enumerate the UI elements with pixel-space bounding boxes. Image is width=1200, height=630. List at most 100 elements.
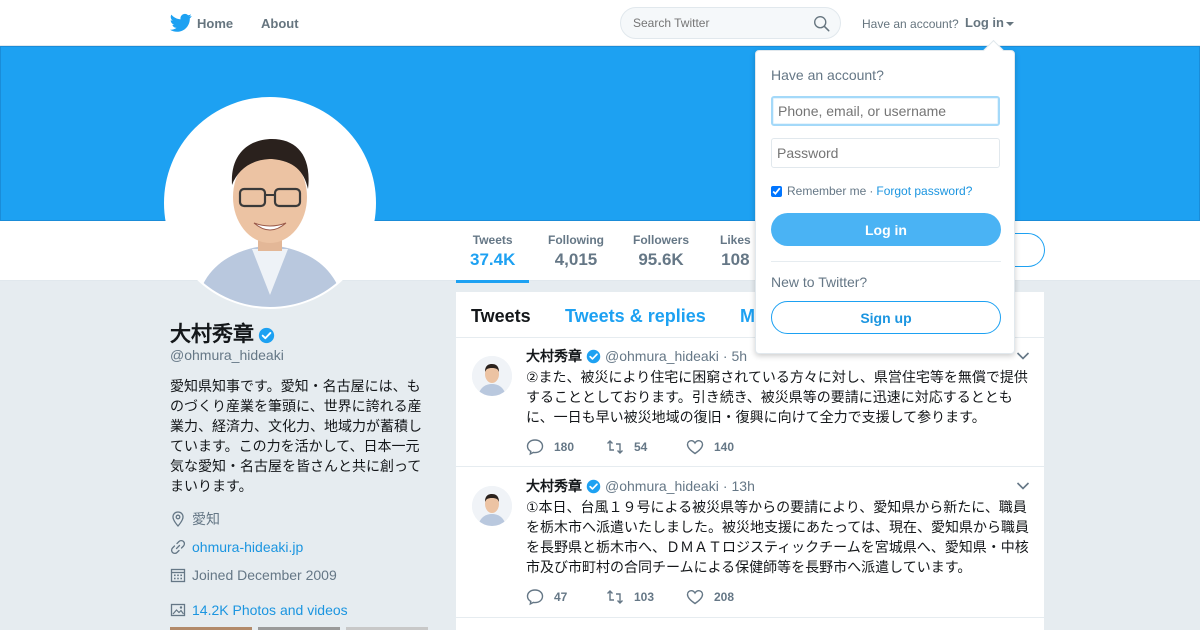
profile-location: 愛知 (170, 509, 220, 529)
tweet-separator: · (722, 478, 728, 494)
reply-button[interactable]: 47 (526, 588, 606, 606)
person-portrait-icon (166, 99, 374, 307)
photo-icon (170, 603, 186, 617)
signup-button[interactable]: Sign up (771, 301, 1001, 334)
tweet-avatar[interactable] (472, 356, 512, 396)
reply-button[interactable]: 180 (526, 438, 606, 456)
login-button[interactable]: Log in (771, 213, 1001, 246)
chevron-down-icon[interactable] (1016, 481, 1030, 491)
tweet-author-handle[interactable]: @ohmura_hideaki (605, 478, 719, 494)
tweet-header: 大村秀章 @ohmura_hideaki · 13h (526, 476, 755, 496)
tweet-author-name[interactable]: 大村秀章 (526, 476, 582, 496)
location-text: 愛知 (192, 511, 220, 527)
person-portrait-icon (472, 356, 512, 396)
tweet-author-name[interactable]: 大村秀章 (526, 346, 582, 366)
search-input[interactable] (633, 16, 803, 30)
tweet-header: 大村秀章 @ohmura_hideaki · 5h (526, 346, 747, 366)
nav-home-link[interactable]: Home (197, 16, 233, 31)
login-menu-toggle[interactable]: Log in (965, 15, 1014, 30)
profile-website: ohmura-hideaki.jp (170, 537, 303, 557)
joined-text: Joined December 2009 (192, 567, 337, 583)
login-dropdown: Have an account? Remember me · Forgot pa… (755, 50, 1015, 354)
retweet-count: 54 (634, 440, 648, 454)
website-link[interactable]: ohmura-hideaki.jp (192, 539, 303, 555)
profile-bio: 愛知県知事です。愛知・名古屋には、ものづくり産業を筆頭に、世界に誇れる産業力、経… (170, 378, 422, 494)
reply-count: 180 (554, 440, 575, 454)
stat-label: Tweets (472, 233, 513, 247)
profile-handle[interactable]: @ohmura_hideaki (170, 347, 284, 363)
calendar-icon (170, 568, 186, 583)
search-box[interactable] (620, 7, 841, 39)
like-count: 208 (714, 590, 735, 604)
stat-followers[interactable]: Followers 95.6K (633, 233, 689, 270)
new-to-twitter-text: New to Twitter? (771, 274, 868, 290)
reply-icon (526, 589, 544, 606)
login-menu-label[interactable]: Log in (965, 15, 1004, 30)
tweet[interactable]: 大村秀章 @ohmura_hideaki · 5h ②また、被災により住宅に困窮… (456, 338, 1044, 467)
like-count: 140 (714, 440, 735, 454)
stat-tweets[interactable]: Tweets 37.4K (455, 233, 530, 283)
photos-videos-label[interactable]: 14.2K Photos and videos (192, 602, 348, 618)
tweet-actions: 180 54 140 (526, 438, 766, 456)
search-icon[interactable] (813, 15, 830, 32)
stat-value: 4,015 (554, 250, 598, 269)
have-account-text: Have an account? (862, 17, 959, 31)
reply-count: 47 (554, 590, 568, 604)
nav-about-link[interactable]: About (261, 16, 299, 31)
stat-label: Followers (633, 233, 690, 247)
stat-likes[interactable]: Likes 108 (720, 233, 751, 270)
username-field[interactable] (771, 96, 1000, 126)
retweet-count: 103 (634, 590, 655, 604)
link-icon (170, 539, 186, 555)
retweet-icon (607, 440, 623, 454)
remember-row: Remember me · Forgot password? (771, 184, 972, 198)
verified-badge-icon (586, 479, 601, 493)
tab-media[interactable]: M (740, 306, 755, 327)
retweet-button[interactable]: 103 (606, 588, 686, 606)
tweet-text: ②また、被災により住宅に困窮されている方々に対し、県営住宅等を無償で提供すること… (526, 369, 1028, 425)
tweet-timestamp[interactable]: 13h (732, 478, 755, 494)
caret-down-icon (1006, 21, 1014, 26)
remember-me-label[interactable]: Remember me (787, 184, 866, 198)
like-button[interactable]: 140 (686, 438, 766, 456)
stat-following[interactable]: Following 4,015 (548, 233, 604, 270)
stat-value: 95.6K (638, 250, 684, 269)
tweet-actions: 47 103 208 (526, 588, 766, 606)
tweet-timestamp[interactable]: 5h (732, 348, 748, 364)
twitter-bird-icon[interactable] (170, 13, 192, 33)
remember-me-checkbox[interactable] (771, 185, 782, 197)
verified-badge-icon (586, 349, 601, 363)
forgot-password-link[interactable]: Forgot password? (876, 184, 972, 198)
stat-label: Following (548, 233, 604, 247)
remember-separator: · (869, 184, 874, 198)
photos-videos-link[interactable]: 14.2K Photos and videos (170, 602, 348, 618)
password-field[interactable] (771, 138, 1000, 168)
stat-value: 37.4K (470, 250, 516, 269)
tweet-text: ①本日、台風１９号による被災県等からの要請により、愛知県から新たに、職員を栃木市… (526, 499, 1030, 575)
like-button[interactable]: 208 (686, 588, 766, 606)
profile-name[interactable]: 大村秀章 (170, 318, 275, 348)
tweet-avatar[interactable] (472, 486, 512, 526)
tweet-author-handle[interactable]: @ohmura_hideaki (605, 348, 719, 364)
tweet[interactable]: 大村秀章 @ohmura_hideaki · 13h ①本日、台風１９号による被… (456, 468, 1044, 618)
profile-name-text[interactable]: 大村秀章 (170, 323, 254, 346)
heart-icon (686, 439, 704, 455)
location-pin-icon (172, 511, 184, 527)
tweet-separator: · (722, 348, 728, 364)
chevron-down-icon[interactable] (1016, 351, 1030, 361)
tab-tweets[interactable]: Tweets (471, 306, 531, 327)
retweet-icon (607, 590, 623, 604)
tab-tweets-replies[interactable]: Tweets & replies (565, 306, 706, 327)
verified-badge-icon (258, 327, 275, 344)
profile-joined: Joined December 2009 (170, 565, 337, 585)
reply-icon (526, 439, 544, 456)
person-portrait-icon (472, 486, 512, 526)
dropdown-divider (771, 261, 1001, 262)
profile-avatar[interactable] (164, 97, 376, 309)
heart-icon (686, 589, 704, 605)
stat-value: 108 (721, 250, 750, 269)
dropdown-title: Have an account? (771, 67, 884, 83)
stat-label: Likes (720, 233, 751, 247)
top-nav: Home About Have an account? Log in (0, 0, 1200, 46)
retweet-button[interactable]: 54 (606, 438, 686, 456)
